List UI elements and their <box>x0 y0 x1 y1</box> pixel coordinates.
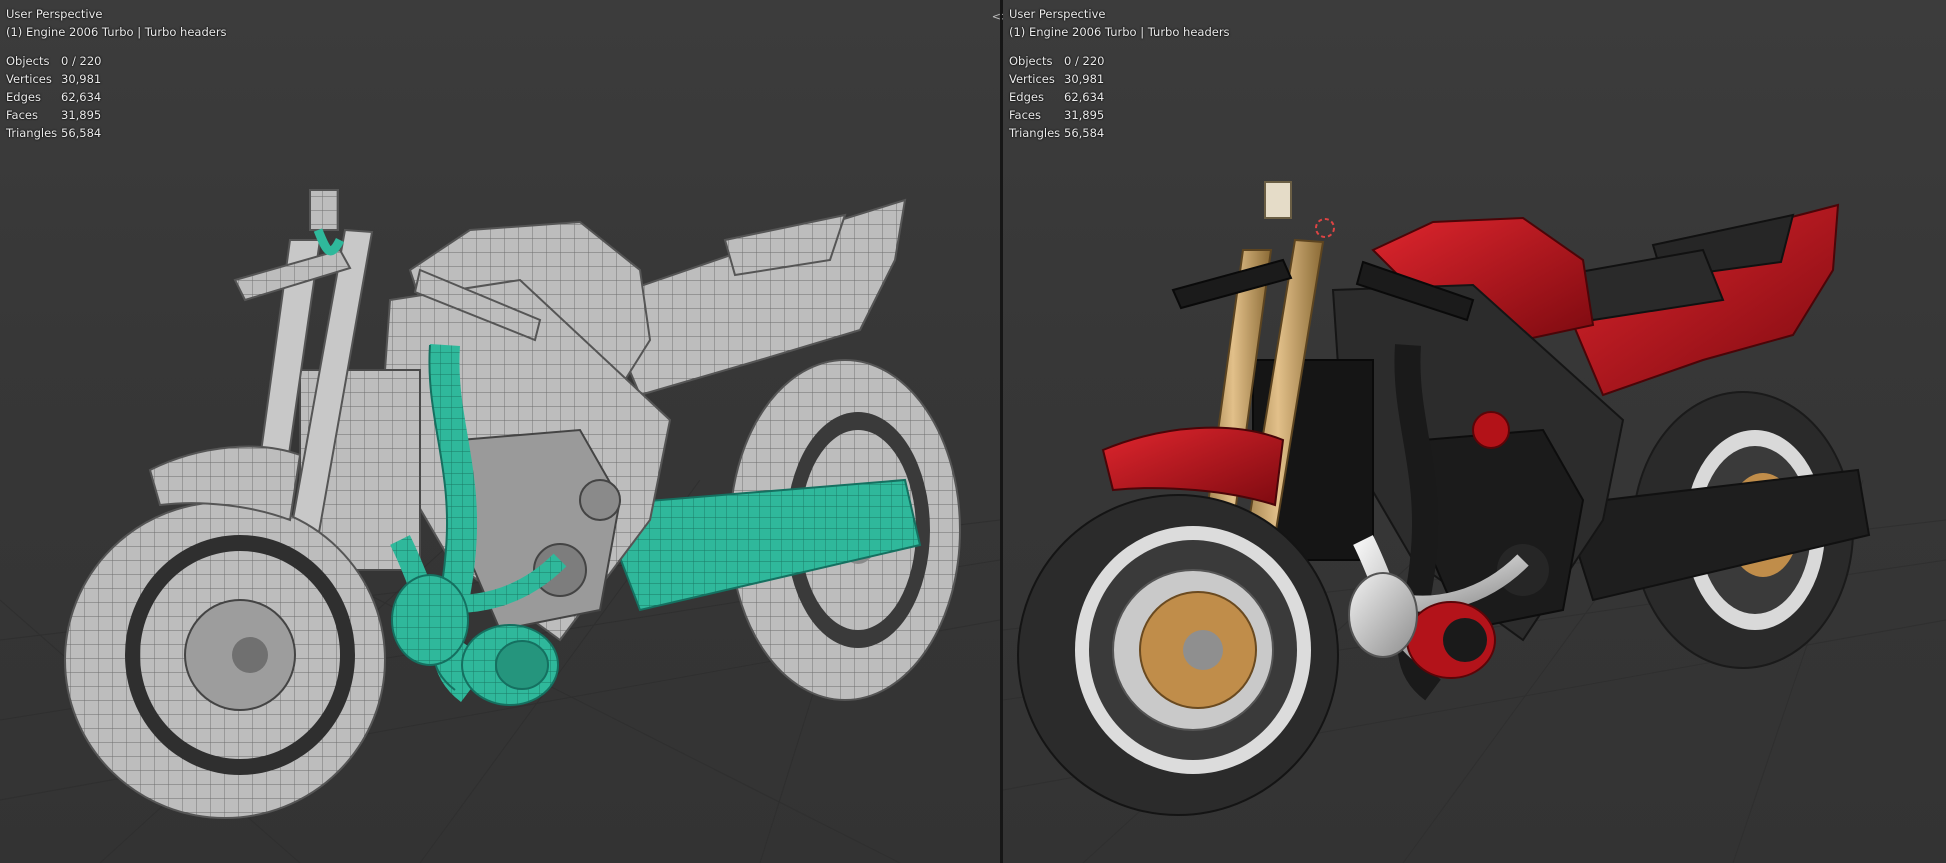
stat-vertices: Vertices 30,981 <box>6 72 102 86</box>
brake-reservoir <box>1264 181 1292 219</box>
stat-edges: Edges 62,634 <box>1009 90 1105 104</box>
blender-3d-viewport-split: User Perspective (1) Engine 2006 Turbo |… <box>0 0 1946 863</box>
front-wheel <box>1017 494 1339 816</box>
stat-objects: Objects 0 / 220 <box>6 54 102 68</box>
stat-objects: Objects 0 / 220 <box>1009 54 1105 68</box>
stat-vertices: Vertices 30,981 <box>1009 72 1105 86</box>
stat-faces: Faces 31,895 <box>6 108 102 122</box>
3d-cursor-icon <box>1315 218 1335 238</box>
brake-reservoir <box>309 189 339 231</box>
stat-faces: Faces 31,895 <box>1009 108 1105 122</box>
viewport-left-wireframe[interactable]: User Perspective (1) Engine 2006 Turbo |… <box>0 0 1000 863</box>
viewport-right-overlay: User Perspective (1) Engine 2006 Turbo |… <box>1009 5 1230 142</box>
active-object-label: (1) Engine 2006 Turbo | Turbo headers <box>1009 25 1230 39</box>
front-wheel <box>64 501 386 819</box>
active-object-label: (1) Engine 2006 Turbo | Turbo headers <box>6 25 227 39</box>
scene-statistics: Objects 0 / 220 Vertices 30,981 Edges 62,63… <box>6 52 227 142</box>
stat-edges: Edges 62,634 <box>6 90 102 104</box>
scene-statistics: Objects 0 / 220 Vertices 30,981 Edges 62,63… <box>1009 52 1230 142</box>
stat-triangles: Triangles 56,584 <box>6 126 102 140</box>
perspective-label: User Perspective <box>1009 7 1106 21</box>
viewport-right-material[interactable]: User Perspective (1) Engine 2006 Turbo |… <box>1003 0 1946 863</box>
viewport-left-overlay: User Perspective (1) Engine 2006 Turbo |… <box>6 5 227 142</box>
handlebar-left <box>1171 258 1293 310</box>
stat-triangles: Triangles 56,584 <box>1009 126 1105 140</box>
front-fender <box>1101 426 1285 507</box>
perspective-label: User Perspective <box>6 7 103 21</box>
